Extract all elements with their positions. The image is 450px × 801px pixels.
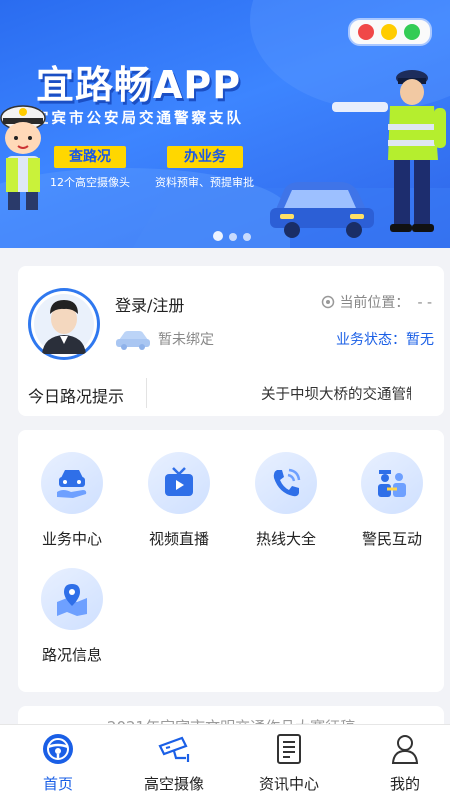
app-title: 宜路畅APP bbox=[36, 63, 242, 107]
business-button[interactable]: 办业务 bbox=[167, 146, 243, 168]
tab-label: 高空摄像 bbox=[143, 775, 204, 793]
camera-icon bbox=[158, 736, 190, 762]
service-label: 热线大全 bbox=[255, 530, 316, 548]
banner-subtitle: 宜宾市公安局交通警察支队 bbox=[34, 111, 244, 127]
services-card: 业务中心 视频直播 热线大全 警民互动 路况信息 bbox=[18, 430, 444, 692]
location-value: - - bbox=[417, 295, 432, 311]
vehicle-bind-status[interactable]: 暂未绑定 bbox=[158, 329, 214, 349]
current-location: 当前位置： - - bbox=[321, 292, 432, 312]
service-label: 警民互动 bbox=[361, 530, 422, 548]
location-label: 当前位置： bbox=[339, 295, 410, 311]
login-register-link[interactable]: 登录/注册 bbox=[115, 292, 184, 316]
police-civilian-icon bbox=[361, 452, 423, 514]
tab-label: 资讯中心 bbox=[258, 775, 319, 793]
user-icon bbox=[391, 735, 419, 764]
road-status-button[interactable]: 查路况 bbox=[54, 146, 126, 168]
service-business-center[interactable]: 业务中心 bbox=[32, 452, 112, 549]
business-status-value: 暂无 bbox=[406, 332, 434, 348]
user-card: 登录/注册 当前位置： - - 暂未绑定 业务状态：暂无 今日路况提示 关于中坝大… bbox=[18, 266, 444, 416]
tv-icon bbox=[148, 452, 210, 514]
tab-aerial-camera[interactable]: 高空摄像 bbox=[118, 725, 230, 801]
service-label: 路况信息 bbox=[41, 646, 102, 664]
service-road-info[interactable]: 路况信息 bbox=[32, 568, 112, 665]
steering-wheel-icon bbox=[43, 734, 73, 764]
vehicle-icon bbox=[116, 331, 150, 350]
notice-marquee[interactable]: 关于中坝大桥的交通管制通告 bbox=[261, 383, 411, 404]
tab-label: 我的 bbox=[389, 775, 420, 793]
location-icon bbox=[322, 295, 335, 309]
banner-carousel-dots[interactable] bbox=[213, 226, 257, 245]
notice-label: 今日路况提示 bbox=[28, 387, 125, 406]
top-banner[interactable]: 宜路畅APP 宜宾市公安局交通警察支队 查路况 12个高空摄像头 办业务 资料预… bbox=[0, 0, 450, 248]
police-cartoon-icon bbox=[0, 105, 46, 210]
traffic-light-icon bbox=[348, 18, 432, 46]
avatar[interactable] bbox=[28, 288, 100, 360]
avatar-icon bbox=[31, 291, 97, 357]
service-hotlines[interactable]: 热线大全 bbox=[246, 452, 326, 549]
document-icon bbox=[277, 734, 301, 764]
tab-mine[interactable]: 我的 bbox=[349, 725, 450, 801]
service-label: 业务中心 bbox=[41, 530, 102, 548]
business-status[interactable]: 业务状态：暂无 bbox=[336, 329, 434, 349]
road-status-caption: 12个高空摄像头 bbox=[50, 176, 130, 189]
business-caption: 资料预审、预提审批 bbox=[155, 176, 254, 189]
car-hand-icon bbox=[41, 452, 103, 514]
tab-news-center[interactable]: 资讯中心 bbox=[233, 725, 345, 801]
phone-icon bbox=[255, 452, 317, 514]
tab-home[interactable]: 首页 bbox=[2, 725, 114, 801]
divider bbox=[146, 378, 147, 408]
service-police-interaction[interactable]: 警民互动 bbox=[352, 452, 432, 549]
traffic-police-icon bbox=[332, 70, 446, 232]
service-video-live[interactable]: 视频直播 bbox=[139, 452, 219, 549]
map-pin-icon bbox=[41, 568, 103, 630]
service-label: 视频直播 bbox=[148, 530, 209, 548]
bottom-tab-bar: 首页 高空摄像 资讯中心 我的 bbox=[0, 724, 450, 801]
tab-label: 首页 bbox=[42, 775, 73, 793]
business-status-label: 业务状态： bbox=[336, 332, 406, 348]
